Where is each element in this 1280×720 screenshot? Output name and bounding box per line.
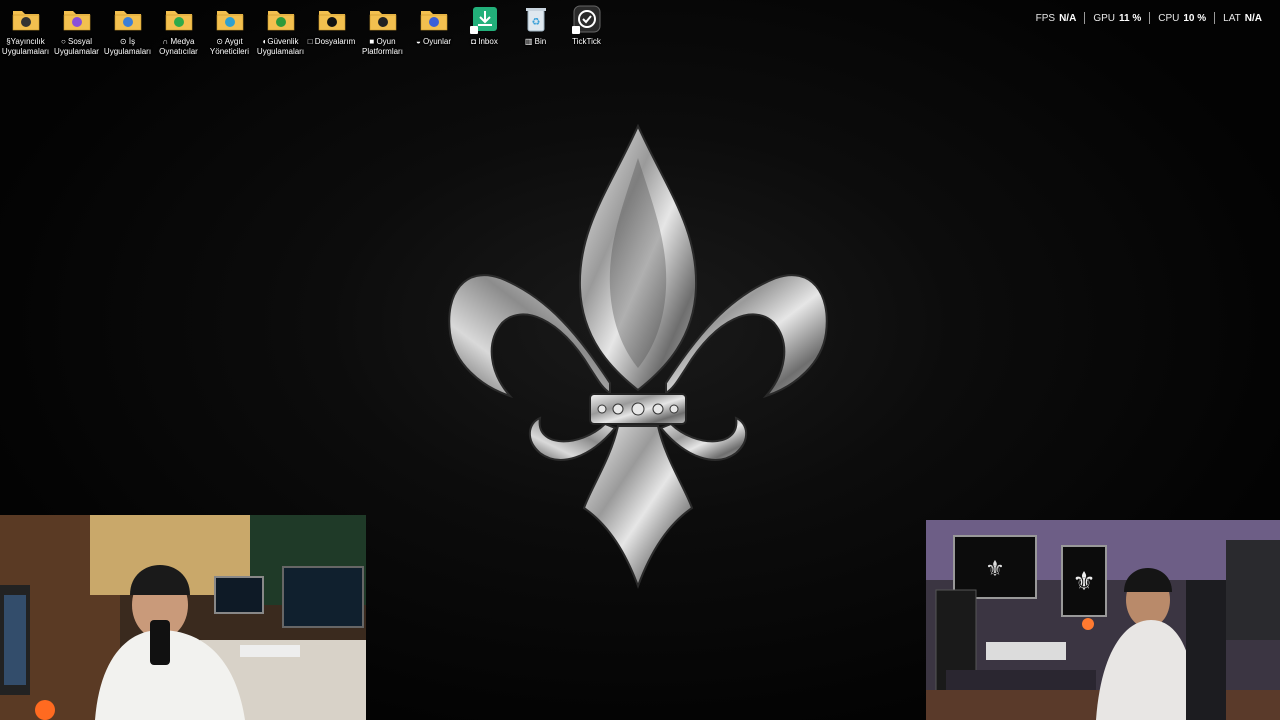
desktop-icon-label: □ Dosyalarım <box>307 37 356 46</box>
dosyalarim-icon <box>317 4 347 34</box>
bin-icon: ♻ <box>521 4 551 34</box>
fps-readout: FPS N/A <box>1028 13 1085 24</box>
inbox-icon <box>469 4 500 34</box>
webcam-overlay-left <box>0 515 366 720</box>
bin-icon[interactable]: ♻ ▥ Bin <box>510 4 561 57</box>
inbox-shortcut[interactable]: ◘ Inbox <box>459 4 510 57</box>
lat-readout: LAT N/A <box>1215 13 1270 24</box>
yayincilik-icon <box>11 4 41 34</box>
desktop-icon-label: ◘ Inbox <box>471 37 498 46</box>
webcam-overlay-right: ⚜ ⚜ <box>926 520 1280 720</box>
desktop-icon-row: §Yayıncılık Uygulamaları ○ Sosyal Uygulam… <box>0 4 612 57</box>
cpu-readout: CPU 10 % <box>1150 13 1214 24</box>
desktop-icon-label: ◐Güvenlik Uygulamaları <box>256 37 305 56</box>
lat-label: LAT <box>1223 12 1241 24</box>
svg-text:⚜: ⚜ <box>1072 567 1095 597</box>
is-folder[interactable]: ⊙ İş Uygulamaları <box>102 4 153 57</box>
desktop-icon-label: ○ Sosyal Uygulamalar <box>54 37 99 56</box>
fps-label: FPS <box>1035 12 1056 24</box>
oyun-platformlari-icon <box>368 4 398 34</box>
medya-icon <box>164 4 194 34</box>
fps-value: N/A <box>1059 12 1077 24</box>
oyunlar-icon <box>419 4 449 34</box>
emblem-bottom-point <box>582 425 694 589</box>
desktop-icon-label: ■ Oyun Platformları <box>362 37 403 56</box>
gpu-label: GPU <box>1093 12 1115 24</box>
fleur-de-lis-wallpaper <box>448 123 828 589</box>
cpu-value: 10 % <box>1183 12 1207 24</box>
performance-overlay: FPS N/A GPU 11 % CPU 10 % LAT N/A <box>1028 12 1270 24</box>
oyun-platformlari-folder[interactable]: ■ Oyun Platformları <box>357 4 408 57</box>
lat-value: N/A <box>1244 12 1262 24</box>
sosyal-icon <box>62 4 92 34</box>
yayincilik-folder[interactable]: §Yayıncılık Uygulamaları <box>0 4 51 57</box>
aygit-icon <box>215 4 245 34</box>
dosyalarim-folder[interactable]: □ Dosyalarım <box>306 4 357 57</box>
shortcut-arrow-icon <box>571 26 580 34</box>
ticktick-shortcut[interactable]: TickTick <box>561 4 612 57</box>
gpu-value: 11 % <box>1118 12 1142 24</box>
desktop-icon-label: ▥ Bin <box>524 37 547 46</box>
desktop-icon-label: §Yayıncılık Uygulamaları <box>1 37 50 56</box>
guvenlik-icon <box>266 4 296 34</box>
desktop[interactable]: §Yayıncılık Uygulamaları ○ Sosyal Uygulam… <box>0 0 1280 720</box>
svg-text:⚜: ⚜ <box>985 557 1005 582</box>
desktop-icon-label: ⊙ Aygıt Yöneticileri <box>209 37 250 56</box>
cpu-label: CPU <box>1158 12 1180 24</box>
desktop-icon-label: ⊙ İş Uygulamaları <box>103 37 152 56</box>
aygit-folder[interactable]: ⊙ Aygıt Yöneticileri <box>204 4 255 57</box>
desktop-icon-label: ◒ Oyunlar <box>415 37 452 46</box>
desktop-icon-label: TickTick <box>572 37 601 46</box>
guvenlik-folder[interactable]: ◐Güvenlik Uygulamaları <box>255 4 306 57</box>
shortcut-arrow-icon <box>469 26 478 34</box>
medya-folder[interactable]: ∩ Medya Oynatıcılar <box>153 4 204 57</box>
gpu-readout: GPU 11 % <box>1085 13 1149 24</box>
svg-text:♻: ♻ <box>531 17 540 28</box>
desktop-icon-label: ∩ Medya Oynatıcılar <box>159 37 198 56</box>
is-icon <box>113 4 143 34</box>
sosyal-folder[interactable]: ○ Sosyal Uygulamalar <box>51 4 102 57</box>
ticktick-icon <box>571 4 602 34</box>
oyunlar-folder[interactable]: ◒ Oyunlar <box>408 4 459 57</box>
